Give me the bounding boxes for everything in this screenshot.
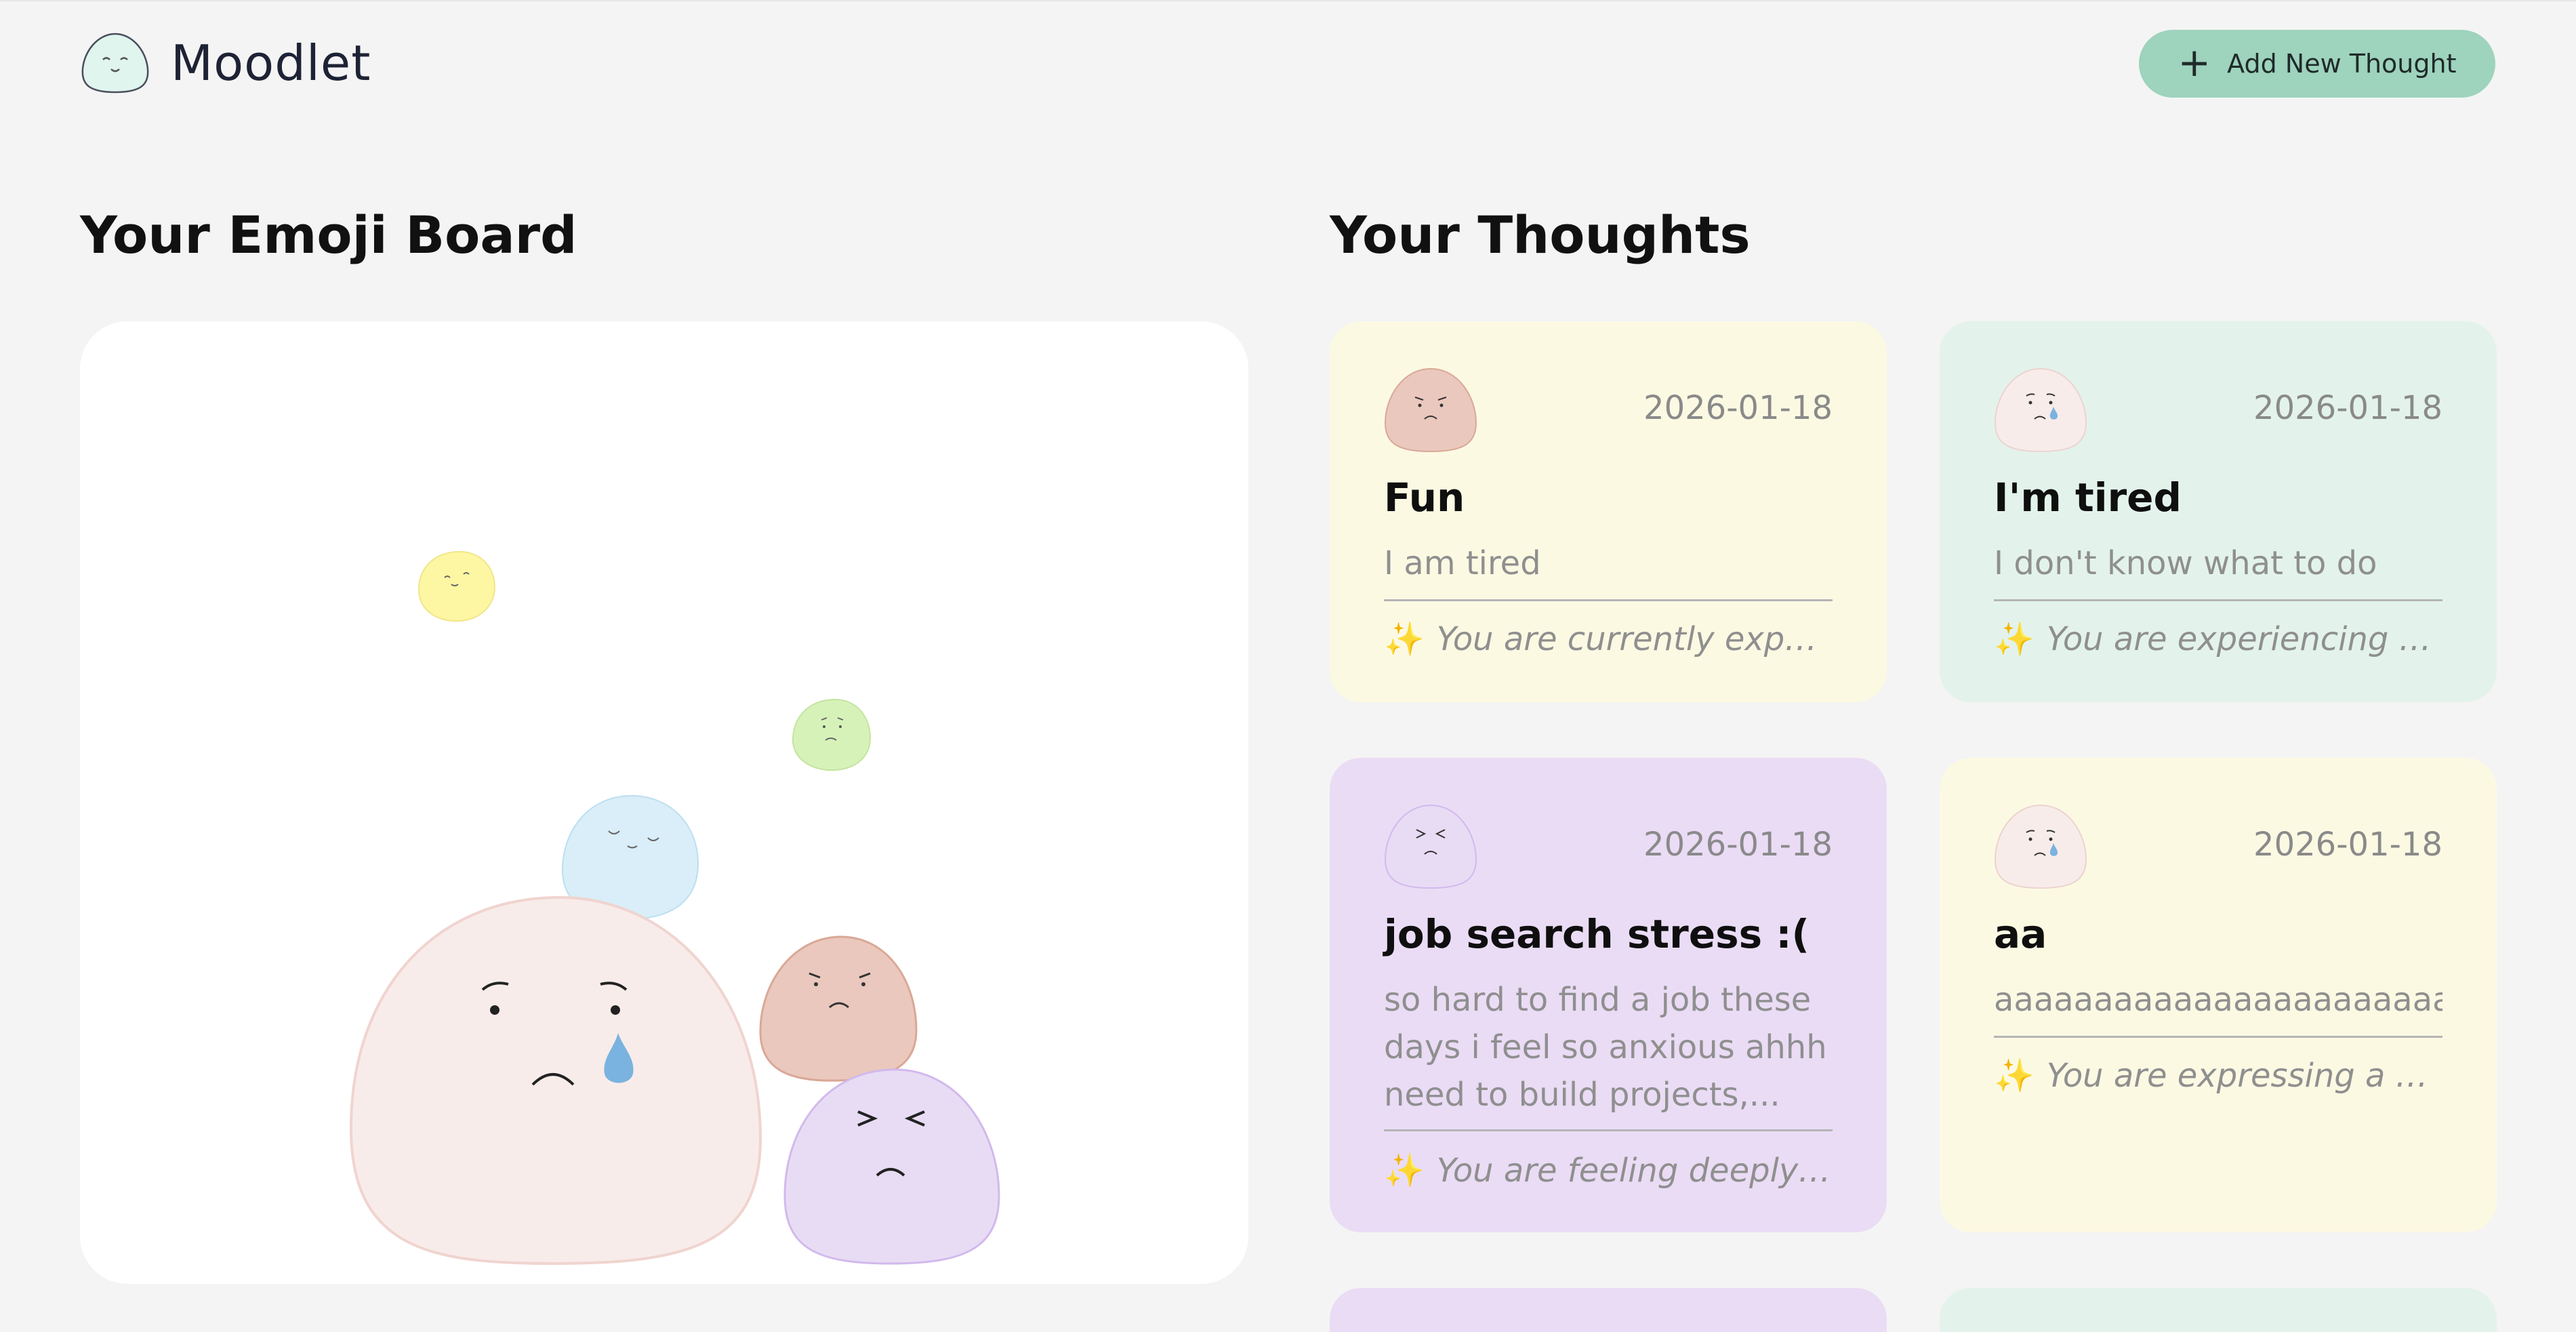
angry-blob[interactable] [759,935,918,1082]
sparkles-icon: ✨ [1994,620,2035,658]
thought-text: aaaaaaaaaaaaaaaaaaaaaaa [1994,981,2442,1019]
app-name: Moodlet [171,35,371,92]
emoji-board[interactable] [80,321,1248,1284]
sparkles-icon: ✨ [1384,1152,1425,1190]
brand[interactable]: Moodlet [80,31,371,95]
stressed-blob[interactable] [783,1068,1000,1265]
thought-text: I don't know what to do [1994,544,2377,582]
emoji-board-title: Your Emoji Board [80,205,577,265]
divider [1384,1129,1833,1131]
blob-face-icon [81,33,149,94]
calm-blob[interactable] [417,550,496,622]
thought-insight: ✨ You are currently experi... [1384,620,1833,658]
thought-date: 2026-01-18 [1643,389,1833,427]
angry-blob-icon [1384,367,1477,453]
divider [1994,599,2442,601]
insight-text: You are experiencing a ... [2046,620,2442,658]
insight-text: You are feeling deeply ... [1436,1152,1833,1190]
thought-date: 2026-01-18 [2253,389,2442,427]
sparkles-icon: ✨ [1384,620,1425,658]
thought-date: 2026-01-18 [1643,826,1833,864]
thought-insight: ✨ You are expressing a pr... [1994,1056,2442,1095]
add-new-thought-label: Add New Thought [2227,49,2457,79]
thought-card[interactable]: 2026-01-18 I'm tired I don't know what t… [1940,321,2497,702]
thought-title: job search stress :( [1384,911,1810,957]
insight-text: You are currently experi... [1436,620,1833,658]
thought-title: Fun [1384,475,1465,521]
thought-title: aa [1994,911,2047,957]
stressed-blob-icon [1384,804,1477,889]
thought-insight: ✨ You are experiencing a ... [1994,620,2442,658]
sad-blob-icon [1994,804,2087,889]
thought-card[interactable]: 2026-01-18 aa aaaaaaaaaaaaaaaaaaaaaaa ✨ Y… [1940,758,2497,1232]
sad-blob[interactable] [349,895,762,1266]
thought-title: I'm tired [1994,475,2182,521]
thought-card[interactable] [1940,1288,2497,1332]
thought-date: 2026-01-18 [2253,826,2442,864]
thought-card[interactable]: 2026-01-18 job search stress :( so hard … [1330,758,1887,1232]
worried-blob[interactable] [792,698,872,771]
thought-card[interactable]: 2026-01-18 Fun I am tired ✨ You are curre… [1330,321,1887,702]
sad-blob-icon [1994,367,2087,453]
divider [1994,1036,2442,1038]
thought-text: I am tired [1384,544,1541,582]
thought-card[interactable] [1330,1288,1887,1332]
divider [1384,599,1833,601]
thought-insight: ✨ You are feeling deeply ... [1384,1151,1833,1190]
sparkles-icon: ✨ [1994,1057,2035,1095]
thoughts-title: Your Thoughts [1330,205,1751,265]
moodlet-app: Moodlet + Add New Thought Your Emoji Boa… [0,0,2576,1332]
add-new-thought-button[interactable]: + Add New Thought [2139,30,2495,98]
insight-text: You are expressing a pr... [2046,1057,2442,1095]
plus-icon: + [2178,39,2211,85]
thought-text: so hard to find a job these days i feel … [1384,981,1827,1114]
